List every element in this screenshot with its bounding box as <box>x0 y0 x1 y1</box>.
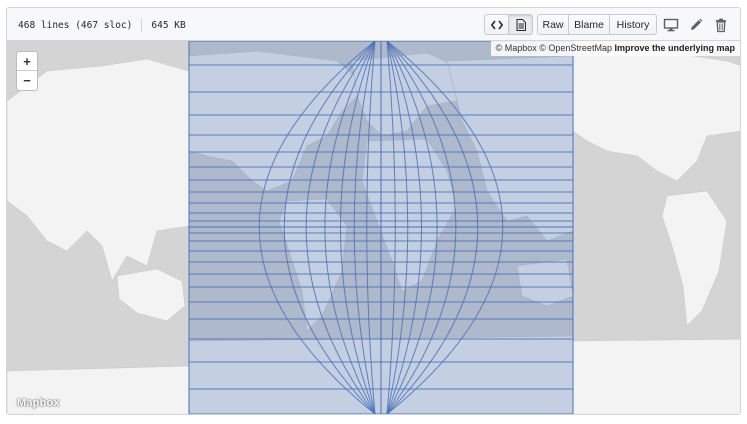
history-button[interactable]: History <box>609 14 657 35</box>
line-count: 468 lines (467 sloc) <box>18 19 133 31</box>
attribution-osm-link[interactable]: © OpenStreetMap <box>539 43 612 53</box>
zoom-in-button[interactable]: + <box>17 52 37 71</box>
mapbox-logo[interactable]: Mapbox <box>17 397 60 409</box>
file-info: 468 lines (467 sloc) 645 KB <box>18 18 186 32</box>
file-size: 645 KB <box>151 19 186 31</box>
divider <box>141 18 143 32</box>
zoom-control: + − <box>16 51 38 91</box>
file-icon <box>516 18 526 31</box>
file-header: 468 lines (467 sloc) 645 KB Raw Blame Hi… <box>7 8 740 41</box>
zoom-out-button[interactable]: − <box>17 71 37 90</box>
rendered-view-button[interactable] <box>508 14 533 35</box>
pencil-icon[interactable] <box>688 17 704 33</box>
projection-grid-overlay <box>188 41 574 414</box>
map-view[interactable]: + − © Mapbox © OpenStreetMap Improve the… <box>7 41 740 414</box>
trash-icon[interactable] <box>713 17 729 33</box>
improve-map-link[interactable]: Improve the underlying map <box>614 43 735 53</box>
code-icon <box>490 20 503 29</box>
raw-button[interactable]: Raw <box>537 14 569 35</box>
attribution-mapbox-link[interactable]: © Mapbox <box>496 43 537 53</box>
source-view-button[interactable] <box>484 14 509 35</box>
file-box: 468 lines (467 sloc) 645 KB Raw Blame Hi… <box>6 7 741 415</box>
map-attribution: © Mapbox © OpenStreetMap Improve the und… <box>490 41 740 56</box>
basemap <box>7 41 740 414</box>
blame-button[interactable]: Blame <box>568 14 610 35</box>
desktop-icon[interactable] <box>663 17 679 33</box>
